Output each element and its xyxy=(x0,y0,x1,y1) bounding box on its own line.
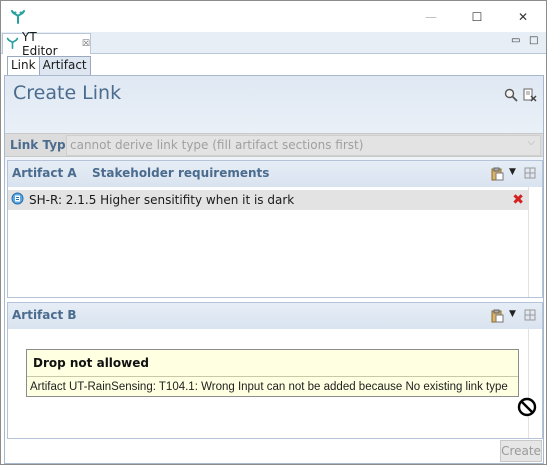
dropdown-arrow-icon[interactable]: ▼ xyxy=(509,309,516,319)
vertical-scrollbar[interactable] xyxy=(528,187,542,297)
close-button[interactable]: ✕ xyxy=(500,1,546,32)
chevron-down-icon: ⌵ xyxy=(527,137,535,148)
view-minimize-button[interactable]: ▭ xyxy=(511,35,520,46)
tooltip-message: Artifact UT-RainSensing: T104.1: Wrong I… xyxy=(30,381,508,393)
dropdown-arrow-icon[interactable]: ▼ xyxy=(509,167,516,177)
drop-tooltip: Drop not allowed Artifact UT-RainSensing… xyxy=(26,349,519,397)
expand-icon[interactable] xyxy=(524,167,538,181)
app-window: — ☐ ✕ YT Editor ☒ ▭ □ Link Artifact Crea… xyxy=(0,0,547,465)
list-item[interactable]: SH-R: 2.1.5 Higher sensitifity when it i… xyxy=(8,190,528,210)
vertical-scrollbar[interactable] xyxy=(528,329,542,438)
editor-body: Link Artifact Create Link Link Type cann… xyxy=(4,56,544,464)
create-link-form: Create Link Link Type cannot derive link… xyxy=(4,75,544,464)
tab-close-icon[interactable]: ☒ xyxy=(82,39,90,49)
link-type-select[interactable]: cannot derive link type (fill artifact s… xyxy=(66,135,541,156)
remove-icon[interactable]: ✖ xyxy=(512,192,524,208)
form-title: Create Link xyxy=(13,82,122,104)
tooltip-title: Drop not allowed xyxy=(33,356,149,370)
view-maximize-button[interactable]: □ xyxy=(529,35,538,46)
tooltip-divider xyxy=(27,376,518,377)
search-icon[interactable] xyxy=(504,88,518,102)
title-bar: — ☐ ✕ xyxy=(1,1,546,32)
tab-link[interactable]: Link xyxy=(7,56,40,76)
tab-yt-editor[interactable]: YT Editor ☒ xyxy=(2,30,91,58)
link-type-row: Link Type cannot derive link type (fill … xyxy=(5,133,543,157)
paste-icon[interactable] xyxy=(490,167,504,181)
artifact-a-section: Artifact A Stakeholder requirements ▼ SH… xyxy=(7,160,543,298)
no-drop-cursor-icon xyxy=(517,397,537,417)
artifact-a-header: Artifact A Stakeholder requirements ▼ xyxy=(8,161,542,187)
tab-artifact[interactable]: Artifact xyxy=(38,56,91,75)
artifact-a-subtitle: Stakeholder requirements xyxy=(92,166,270,180)
create-button[interactable]: Create xyxy=(500,440,542,462)
minimize-button[interactable]: — xyxy=(408,1,454,32)
artifact-a-title: Artifact A xyxy=(12,166,77,180)
inner-tab-bar: Link Artifact xyxy=(7,56,91,76)
maximize-button[interactable]: ☐ xyxy=(454,1,500,32)
expand-icon[interactable] xyxy=(524,309,538,323)
clear-document-icon[interactable] xyxy=(523,88,537,102)
link-type-value: cannot derive link type (fill artifact s… xyxy=(70,138,364,152)
requirement-icon xyxy=(11,192,24,208)
yt-logo-icon xyxy=(6,36,19,52)
editor-tab-strip: YT Editor ☒ ▭ □ xyxy=(1,30,546,58)
yt-logo-icon xyxy=(10,8,26,24)
artifact-b-title: Artifact B xyxy=(12,308,77,322)
artifact-b-header: Artifact B ▼ xyxy=(8,303,542,329)
tab-label: YT Editor xyxy=(22,30,58,58)
link-type-label: Link Type xyxy=(10,138,74,152)
artifact-a-list: SH-R: 2.1.5 Higher sensitifity when it i… xyxy=(8,187,542,297)
list-item-label: SH-R: 2.1.5 Higher sensitifity when it i… xyxy=(29,193,295,207)
paste-icon[interactable] xyxy=(490,309,504,323)
